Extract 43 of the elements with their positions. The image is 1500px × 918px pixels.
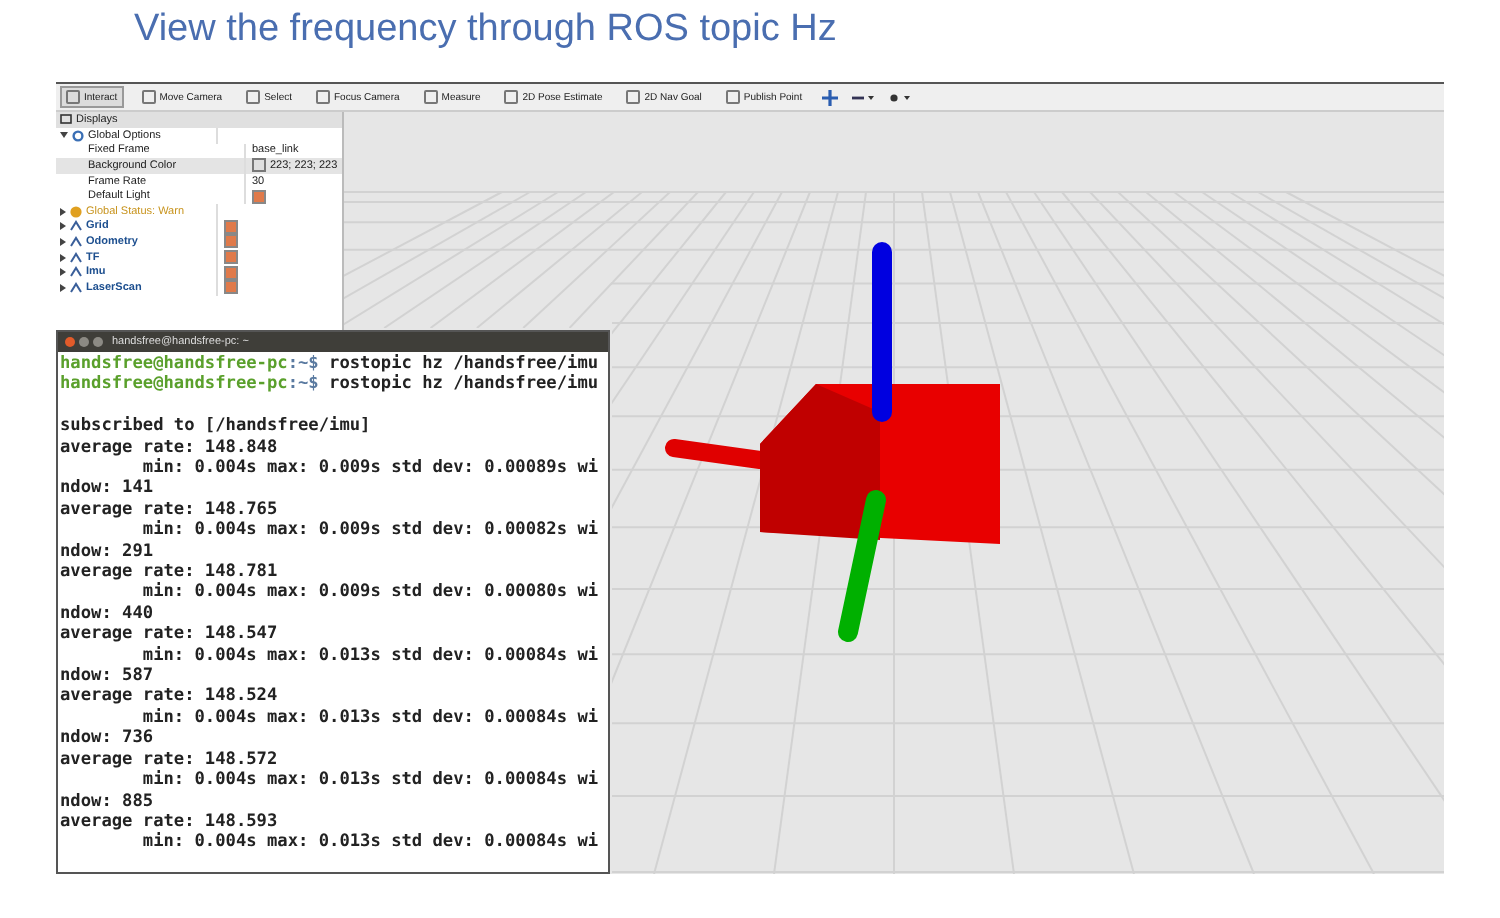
expand-arrow-icon[interactable] bbox=[60, 237, 66, 246]
window-controls-icon[interactable] bbox=[64, 336, 104, 348]
expand-arrow-icon[interactable] bbox=[60, 283, 66, 292]
terminal-output-line: average rate: 148.547 bbox=[60, 624, 280, 646]
move-cross-icon[interactable] bbox=[820, 89, 841, 105]
checkbox[interactable] bbox=[252, 189, 266, 204]
terminal-output-line: average rate: 148.593 bbox=[60, 811, 280, 832]
terminal-output-line: average rate: 148.524 bbox=[60, 686, 280, 708]
terminal-output-line: min: 0.004s max: 0.013s std dev: 0.00084s wi bbox=[140, 770, 601, 792]
checkbox[interactable] bbox=[224, 219, 238, 234]
terminal-output-line: ndow: 736 bbox=[60, 728, 156, 750]
terminal-output-line: subscribed to [/handsfree/imu] bbox=[60, 416, 373, 438]
terminal-output-line: ndow: 141 bbox=[60, 478, 156, 500]
expand-arrow-icon[interactable] bbox=[60, 253, 66, 262]
terminal-output-line: ndow: 291 bbox=[60, 541, 156, 563]
terminal-command-line: handsfree@handsfree-pc:~$ rostopic hz /handsfree/imu bbox=[60, 354, 601, 374]
terminal-output-line: min: 0.004s max: 0.013s std dev: 0.00084s wi bbox=[140, 645, 601, 667]
terminal-output-line: min: 0.004s max: 0.009s std dev: 0.00089s wi bbox=[140, 458, 601, 479]
dot-dropdown-icon[interactable] bbox=[888, 89, 913, 105]
terminal-output-line: min: 0.004s max: 0.013s std dev: 0.00084s wi bbox=[140, 707, 601, 729]
expand-arrow-icon[interactable] bbox=[60, 132, 68, 139]
terminal-output-line: min: 0.004s max: 0.013s std dev: 0.00084s wi bbox=[140, 832, 601, 854]
checkbox[interactable] bbox=[224, 234, 238, 249]
color-swatch[interactable] bbox=[252, 158, 266, 173]
checkbox[interactable] bbox=[224, 280, 238, 295]
terminal-output-line: average rate: 148.572 bbox=[60, 749, 280, 770]
terminal-output-line: average rate: 148.781 bbox=[60, 562, 280, 583]
terminal-output-line: min: 0.004s max: 0.009s std dev: 0.00082s wi bbox=[140, 520, 601, 542]
checkbox[interactable] bbox=[224, 250, 238, 265]
terminal-command-line: handsfree@handsfree-pc:~$ rostopic hz /handsfree/imu bbox=[60, 374, 601, 396]
terminal-output-line: ndow: 885 bbox=[60, 791, 156, 812]
terminal-output-line: ndow: 587 bbox=[60, 666, 156, 687]
expand-arrow-icon[interactable] bbox=[60, 222, 66, 231]
monitor-icon bbox=[60, 114, 72, 126]
terminal-output-line: average rate: 148.848 bbox=[60, 437, 280, 458]
warning-circle-icon bbox=[70, 205, 82, 218]
checkbox[interactable] bbox=[224, 265, 238, 280]
terminal-output-line: ndow: 440 bbox=[60, 603, 156, 625]
terminal-output-line: average rate: 148.765 bbox=[60, 499, 280, 520]
slide-title: View the frequency through ROS topic Hz bbox=[132, 6, 839, 54]
expand-arrow-icon[interactable] bbox=[60, 268, 66, 277]
terminal-output-line: min: 0.004s max: 0.009s std dev: 0.00080s wi bbox=[140, 582, 601, 604]
gear-icon bbox=[72, 129, 84, 142]
